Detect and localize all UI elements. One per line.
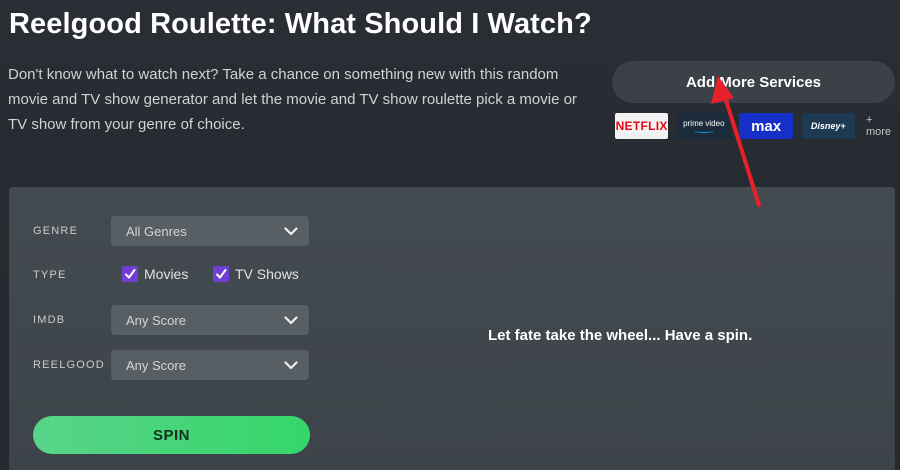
page-description: Don't know what to watch next? Take a ch… bbox=[8, 66, 577, 133]
max-logo[interactable]: max bbox=[739, 113, 793, 139]
reelgood-label: REELGOOD bbox=[33, 359, 105, 371]
disney-plus-logo-text: Disney+ bbox=[810, 121, 846, 131]
tv-shows-checkbox-label: TV Shows bbox=[235, 266, 299, 282]
service-logos: NETFLIX prime video max Disney+ + more bbox=[615, 113, 900, 139]
movies-checkbox-label: Movies bbox=[144, 266, 189, 282]
netflix-logo-text: NETFLIX bbox=[615, 119, 668, 133]
imdb-select-value: Any Score bbox=[126, 312, 186, 328]
chevron-down-icon bbox=[280, 354, 302, 376]
genre-label: GENRE bbox=[33, 225, 79, 237]
tv-shows-checkbox[interactable]: TV Shows bbox=[213, 266, 299, 282]
imdb-score-select[interactable]: Any Score bbox=[111, 305, 309, 335]
prime-video-logo-text: prime video bbox=[683, 118, 725, 128]
checkmark-icon bbox=[122, 266, 138, 282]
result-message: Let fate take the wheel... Have a spin. bbox=[488, 327, 753, 344]
reelgood-score-select[interactable]: Any Score bbox=[111, 350, 309, 380]
genre-select[interactable]: All Genres bbox=[111, 216, 309, 246]
add-more-services-button[interactable]: Add More Services bbox=[612, 61, 895, 103]
chevron-down-icon bbox=[280, 309, 302, 331]
reelgood-select-value: Any Score bbox=[126, 357, 186, 373]
prime-smile-icon bbox=[693, 128, 714, 133]
max-logo-text: max bbox=[751, 117, 782, 135]
spin-button[interactable]: SPIN bbox=[33, 416, 310, 454]
prime-video-logo[interactable]: prime video bbox=[677, 113, 731, 139]
chevron-down-icon bbox=[280, 220, 302, 242]
genre-select-value: All Genres bbox=[126, 223, 187, 239]
netflix-logo[interactable]: NETFLIX bbox=[615, 113, 669, 139]
more-services-link[interactable]: + more bbox=[866, 114, 900, 138]
imdb-label: IMDB bbox=[33, 314, 66, 326]
page-title: Reelgood Roulette: What Should I Watch? bbox=[9, 8, 592, 40]
disney-plus-logo[interactable]: Disney+ bbox=[801, 113, 855, 139]
checkmark-icon bbox=[213, 266, 229, 282]
movies-checkbox[interactable]: Movies bbox=[122, 266, 188, 282]
type-label: TYPE bbox=[33, 269, 67, 281]
